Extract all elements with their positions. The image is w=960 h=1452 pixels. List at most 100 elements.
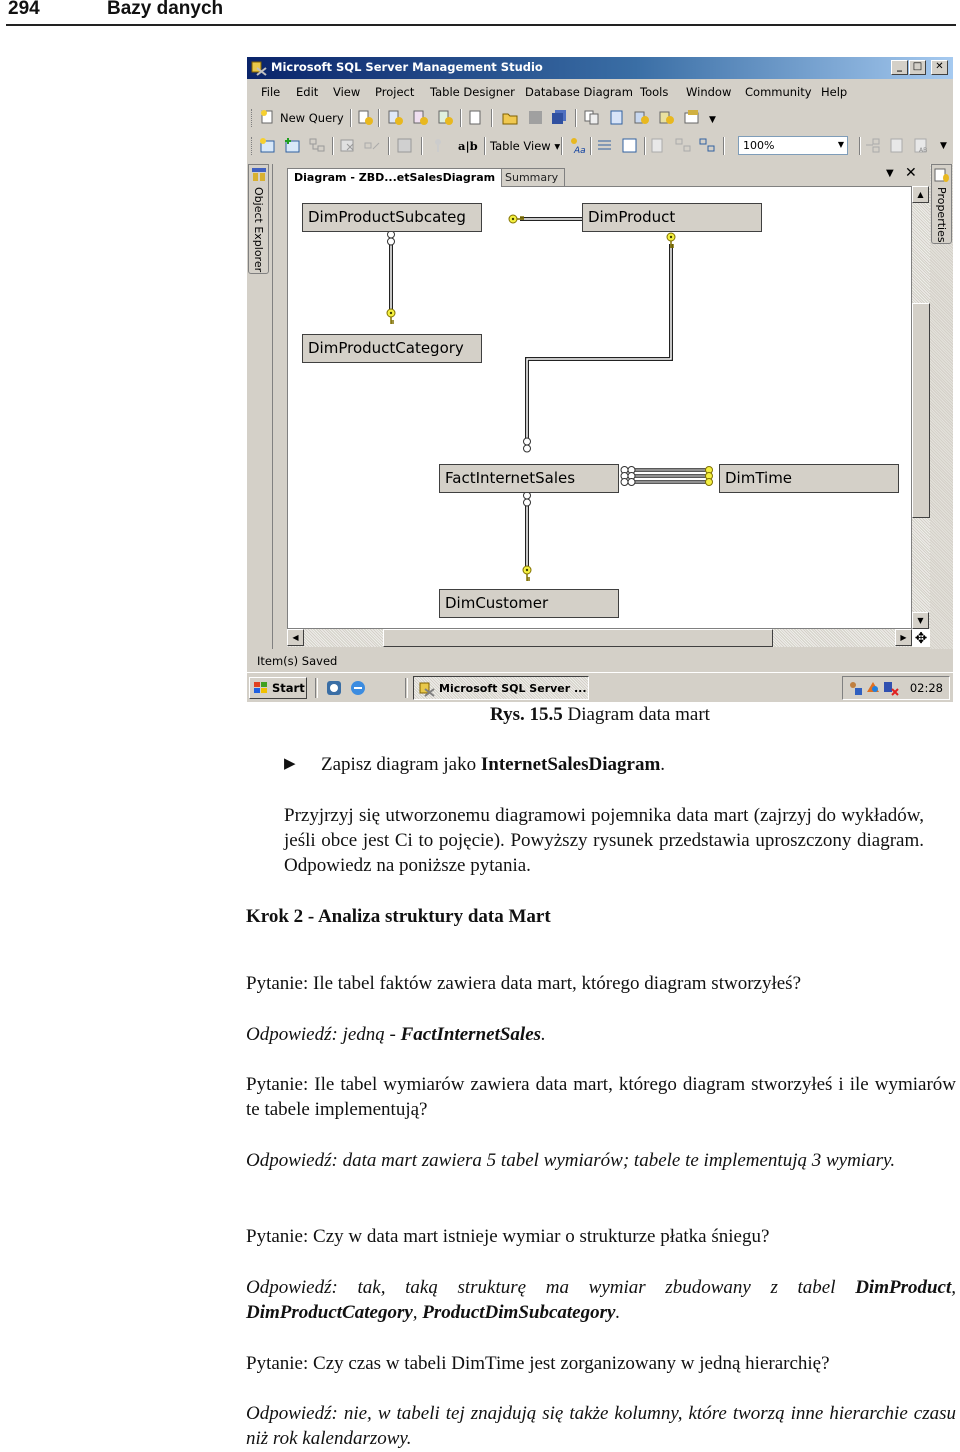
menu-view[interactable]: View	[333, 85, 360, 99]
show-desktop-icon[interactable]	[325, 679, 343, 697]
scroll-down-button[interactable]: ▼	[912, 612, 929, 629]
answer-2: Odpowiedź: data mart zawiera 5 tabel wym…	[246, 1150, 896, 1171]
table-view-dropdown[interactable]: Table View ▾	[490, 139, 560, 153]
save-icon[interactable]	[527, 109, 544, 126]
menu-tools[interactable]: Tools	[640, 85, 668, 99]
figure-caption: Rys. 15.5 Diagram data mart	[247, 704, 953, 726]
delete-tables-icon[interactable]	[339, 137, 356, 154]
relationship-time-fact[interactable]	[620, 466, 713, 486]
arrange-selection-icon[interactable]	[650, 137, 667, 154]
window-list-icon[interactable]: ▼	[886, 168, 894, 179]
table-factinternetsales[interactable]: FactInternetSales	[439, 464, 619, 493]
menu-window[interactable]: Window	[686, 85, 731, 99]
toolbar-grip[interactable]	[251, 137, 254, 155]
close-document-icon[interactable]: ✕	[905, 165, 917, 181]
table-dimtime[interactable]: DimTime	[719, 464, 899, 493]
menu-bar: File Edit View Project Table Designer Da…	[247, 81, 953, 103]
toolbar-separator	[388, 137, 390, 155]
taskbar-ssms-button[interactable]: Microsoft SQL Server ...	[413, 676, 589, 700]
toolbar-overflow-icon[interactable]: ▼	[940, 141, 947, 151]
add-table-icon[interactable]	[284, 137, 301, 154]
relationship-customer-fact[interactable]	[522, 491, 532, 582]
menu-project[interactable]: Project	[375, 85, 414, 99]
toolbar-separator	[644, 137, 646, 155]
database-engine-query-icon[interactable]	[357, 109, 374, 126]
template-explorer-icon[interactable]	[608, 109, 625, 126]
new-file-icon[interactable]	[467, 109, 484, 126]
dmx-query-icon[interactable]	[412, 109, 429, 126]
tab-summary[interactable]: Summary	[498, 168, 566, 186]
menu-database-diagram[interactable]: Database Diagram	[525, 85, 633, 99]
xmla-query-icon[interactable]	[437, 109, 454, 126]
chevron-down-icon[interactable]: ▼	[838, 140, 844, 149]
add-related-tables-icon[interactable]	[309, 137, 326, 154]
zoom-combo[interactable]: 100% ▼	[738, 136, 848, 155]
properties-tab[interactable]: Properties	[931, 164, 952, 244]
object-explorer-icon[interactable]	[658, 109, 675, 126]
arrange-tables-icon[interactable]	[675, 137, 692, 154]
scroll-right-button[interactable]: ▶	[895, 629, 912, 646]
relationship-product-fact[interactable]	[523, 232, 676, 453]
answer-3: Odpowiedź: tak, taką strukturę ma wymiar…	[246, 1275, 956, 1325]
properties-window-icon[interactable]	[683, 109, 700, 126]
menu-help[interactable]: Help	[821, 85, 847, 99]
registered-servers-icon[interactable]	[633, 109, 650, 126]
object-explorer-label: Object Explorer	[252, 187, 265, 273]
vertical-scroll-thumb[interactable]	[912, 303, 930, 518]
toolbar-overflow-icon[interactable]: ▼	[709, 115, 716, 125]
menu-table-designer[interactable]: Table Designer	[430, 85, 515, 99]
show-relationship-labels-icon[interactable]: Aa	[569, 137, 586, 154]
tab-diagram[interactable]: Diagram - ZBD...etSalesDiagram	[287, 168, 503, 187]
open-folder-icon[interactable]	[502, 109, 519, 126]
taskbar-separator	[405, 678, 408, 698]
recalculate-page-breaks-icon[interactable]	[621, 137, 638, 154]
generate-change-script-icon[interactable]	[396, 137, 413, 154]
manage-fulltext-icon[interactable]: AB	[912, 137, 929, 154]
menu-file[interactable]: File	[261, 85, 280, 99]
menu-edit[interactable]: Edit	[296, 85, 318, 99]
intro-paragraph: Przyjrzyj się utworzonemu diagramowi poj…	[284, 805, 924, 876]
toolbar-grip[interactable]	[251, 109, 254, 127]
table-dimproductcategory[interactable]: DimProductCategory	[302, 334, 482, 363]
table-dimcustomer[interactable]: DimCustomer	[439, 589, 619, 618]
scroll-up-button[interactable]: ▲	[912, 186, 929, 203]
network-user-icon[interactable]	[847, 680, 863, 696]
save-all-icon[interactable]	[551, 109, 568, 126]
table-dimproduct[interactable]: DimProduct	[582, 203, 762, 232]
manage-relationships-icon[interactable]	[864, 137, 881, 154]
horizontal-scrollbar[interactable]: ◀ ▶	[287, 629, 912, 647]
table-dimproductsubcategory[interactable]: DimProductSubcateg	[302, 203, 482, 232]
object-explorer-tab[interactable]: Object Explorer	[248, 164, 269, 274]
menu-community[interactable]: Community	[745, 85, 812, 99]
manage-indexes-icon[interactable]	[888, 137, 905, 154]
toolbar-separator	[575, 109, 577, 127]
remove-from-diagram-icon[interactable]	[364, 137, 381, 154]
tray-app-icon[interactable]	[865, 680, 881, 696]
pan-move-icon[interactable]: ✥	[912, 629, 930, 647]
right-dock-strip: Properties	[930, 164, 953, 649]
close-button[interactable]: ✕	[931, 60, 948, 75]
minimize-button[interactable]: _	[891, 60, 908, 75]
new-text-annotation-button[interactable]: a|b	[458, 139, 478, 153]
mdx-query-icon[interactable]	[387, 109, 404, 126]
relationship-category-subcategory[interactable]	[386, 230, 396, 325]
horizontal-scroll-thumb[interactable]	[383, 629, 773, 647]
set-primary-key-icon[interactable]	[430, 137, 447, 154]
vertical-scrollbar[interactable]: ▲ ▼	[912, 186, 930, 629]
windows-logo-icon	[254, 682, 267, 693]
internet-explorer-icon[interactable]	[349, 679, 367, 697]
diagram-canvas[interactable]: DimProductSubcateg DimProduct DimProduct…	[287, 186, 912, 629]
copy-icon[interactable]	[583, 109, 600, 126]
network-disconnected-icon[interactable]	[883, 680, 899, 696]
new-table-icon[interactable]	[259, 137, 276, 154]
answer-3-bold-2: DimProductCategory	[246, 1302, 413, 1323]
restore-button[interactable]: □	[909, 60, 926, 75]
scroll-left-button[interactable]: ◀	[287, 629, 304, 646]
new-query-button[interactable]: New Query	[280, 111, 344, 125]
figure-caption-text: Diagram data mart	[562, 704, 710, 725]
properties-icon	[934, 168, 949, 182]
view-page-breaks-icon[interactable]	[596, 137, 613, 154]
bullet-bold-text: InternetSalesDiagram	[480, 754, 661, 775]
start-button[interactable]: Start	[249, 677, 307, 699]
autosize-tables-icon[interactable]	[699, 137, 716, 154]
